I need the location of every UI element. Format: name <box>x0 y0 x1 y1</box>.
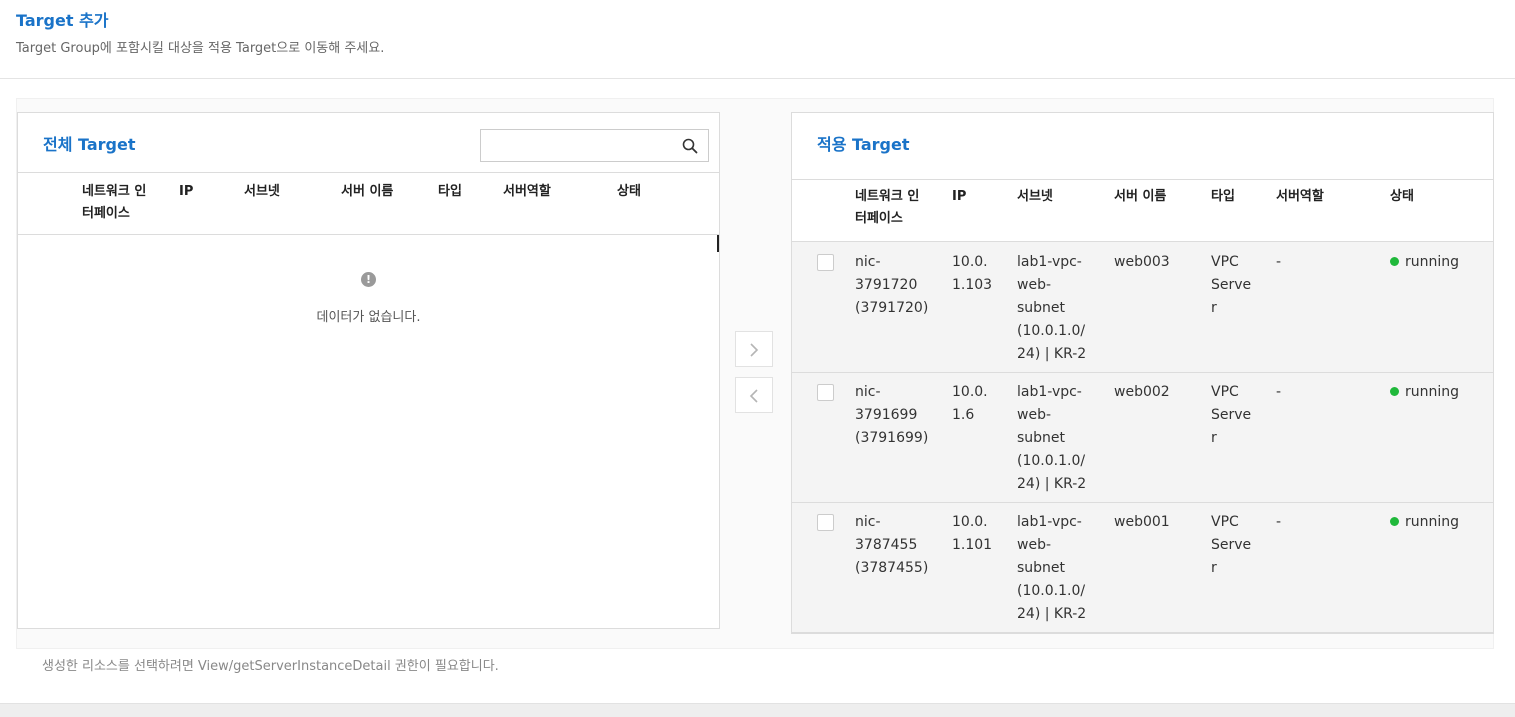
status-dot-icon <box>1390 516 1399 526</box>
cell-network-interface: nic- 3791720 (3791720) <box>855 254 929 316</box>
cell-ip: 10.0. 1.103 <box>952 254 993 293</box>
page-description: Target Group에 포함시킬 대상을 적용 Target으로 이동해 주… <box>16 41 385 56</box>
status-text: running <box>1405 254 1460 270</box>
cell-server-name: web003 <box>1114 254 1170 270</box>
applied-target-title: 적용 Target <box>817 135 910 154</box>
add-target-button[interactable] <box>735 331 773 367</box>
row-checkbox[interactable] <box>817 514 834 531</box>
column-header-subnet: 서브넷 <box>244 184 280 199</box>
status-dot-icon <box>1390 386 1399 396</box>
column-header-type: 타입 <box>438 184 462 199</box>
cell-server-name: web001 <box>1114 514 1170 530</box>
cell-server-role: - <box>1276 384 1282 400</box>
target-search-box <box>480 129 709 162</box>
remove-target-button[interactable] <box>735 377 773 413</box>
cell-ip: 10.0. 1.101 <box>952 514 993 553</box>
column-header-server-role: 서버역할 <box>1276 189 1324 204</box>
column-header-network-interface: 네트워크 인 터페이스 <box>82 184 147 221</box>
cell-subnet: lab1-vpc- web- subnet (10.0.1.0/ 24) | K… <box>1017 384 1087 492</box>
target-transfer-area: 전체 Target 네트워크 인 터페이스 IP 서브넷 서버 이름 타입 서버역할 상태 … <box>16 98 1494 649</box>
column-header-server-name: 서버 이름 <box>341 184 394 199</box>
applied-target-title-bar: 적용 Target <box>792 113 1493 180</box>
table-row[interactable]: nic- 3787455 (3787455) 10.0. 1.101 lab1-vp… <box>792 503 1493 633</box>
column-header-ip: IP <box>952 189 967 204</box>
cell-subnet: lab1-vpc- web- subnet (10.0.1.0/ 24) | K… <box>1017 254 1087 362</box>
chevron-right-icon <box>750 343 759 357</box>
status-cell: running <box>1390 381 1459 404</box>
status-dot-icon <box>1390 256 1399 266</box>
all-target-panel: 전체 Target 네트워크 인 터페이스 IP 서브넷 서버 이름 타입 서버역할 상태 … <box>17 112 720 629</box>
cell-subnet: lab1-vpc- web- subnet (10.0.1.0/ 24) | K… <box>1017 514 1087 622</box>
column-header-status: 상태 <box>617 184 641 199</box>
cell-type: VPC Serve r <box>1211 254 1252 316</box>
table-row[interactable]: nic- 3791720 (3791720) 10.0. 1.103 lab1-vp… <box>792 243 1493 373</box>
scrollbar-thumb[interactable] <box>717 235 719 252</box>
row-checkbox[interactable] <box>817 384 834 401</box>
table-row[interactable]: nic- 3791699 (3791699) 10.0. 1.6 lab1-vpc-… <box>792 373 1493 503</box>
column-header-status: 상태 <box>1390 189 1414 204</box>
bottom-bar <box>0 703 1515 717</box>
target-search-input[interactable] <box>481 130 671 161</box>
info-icon: ! <box>361 272 376 287</box>
page-title: Target 추가 <box>16 11 109 30</box>
empty-message: 데이터가 없습니다. <box>316 310 421 325</box>
status-cell: running <box>1390 511 1459 534</box>
applied-target-panel: 적용 Target 네트워크 인 터페이스 IP 서브넷 서버 이름 타입 서버역할 상태 … <box>791 112 1494 634</box>
cell-network-interface: nic- 3791699 (3791699) <box>855 384 929 446</box>
cell-ip: 10.0. 1.6 <box>952 384 988 423</box>
column-header-network-interface: 네트워크 인 터페이스 <box>855 189 920 226</box>
applied-target-table-header: 네트워크 인 터페이스 IP 서브넷 서버 이름 타입 서버역할 상태 <box>792 180 1493 242</box>
cell-server-role: - <box>1276 254 1282 270</box>
column-header-server-name: 서버 이름 <box>1114 189 1167 204</box>
status-text: running <box>1405 514 1460 530</box>
column-header-ip: IP <box>179 184 194 199</box>
column-header-type: 타입 <box>1211 189 1235 204</box>
search-icon[interactable] <box>682 138 698 154</box>
cell-type: VPC Serve r <box>1211 514 1252 576</box>
empty-state: ! 데이터가 없습니다. <box>18 236 719 628</box>
column-header-subnet: 서브넷 <box>1017 189 1053 204</box>
page-header: Target 추가 Target Group에 포함시킬 대상을 적용 Targ… <box>0 0 1515 79</box>
column-header-server-role: 서버역할 <box>503 184 551 199</box>
cell-server-role: - <box>1276 514 1282 530</box>
cell-server-name: web002 <box>1114 384 1170 400</box>
cell-network-interface: nic- 3787455 (3787455) <box>855 514 929 576</box>
row-checkbox[interactable] <box>817 254 834 271</box>
status-cell: running <box>1390 251 1459 274</box>
chevron-left-icon <box>749 389 758 403</box>
status-text: running <box>1405 384 1460 400</box>
all-target-title: 전체 Target <box>43 135 136 154</box>
all-target-table-header: 네트워크 인 터페이스 IP 서브넷 서버 이름 타입 서버역할 상태 <box>18 172 719 235</box>
permission-footnote: 생성한 리소스를 선택하려면 View/getServerInstanceDet… <box>42 659 499 674</box>
cell-type: VPC Serve r <box>1211 384 1252 446</box>
